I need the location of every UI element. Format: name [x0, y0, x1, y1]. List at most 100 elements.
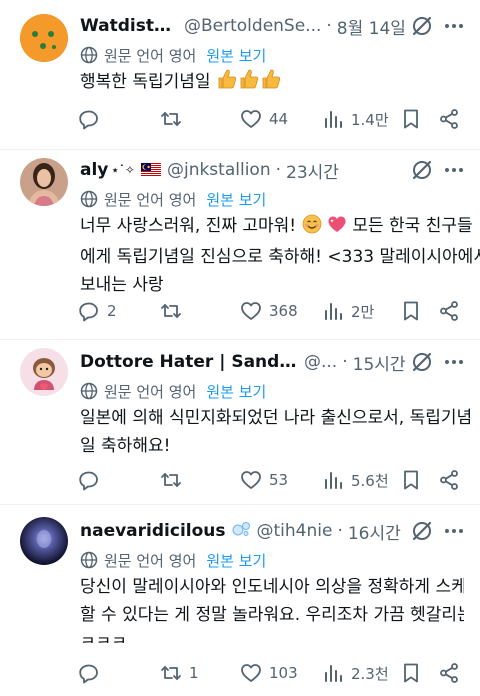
display-name[interactable]: aly	[80, 160, 108, 180]
action-bar: 44 1.4만	[78, 106, 466, 132]
retweet-count: 1	[189, 664, 199, 682]
retweet-icon	[161, 112, 181, 126]
tweet-1[interactable]: Watdisto... @BertoldenSe... · 8월 14일 원문 …	[0, 0, 480, 150]
retweet-icon	[161, 473, 181, 487]
views-icon	[325, 303, 342, 320]
handle[interactable]: @jnkstallion	[167, 160, 271, 180]
share-icon	[440, 663, 458, 683]
handle[interactable]: @...	[304, 352, 337, 372]
like-button[interactable]: 368	[240, 298, 298, 324]
like-button[interactable]: 53	[240, 467, 288, 493]
tweet-2[interactable]: aly ⋆˙✧ @jnkstallion · 23시간 원문 언어 영어 원본 …	[0, 150, 480, 340]
views-button[interactable]: 5.6천	[322, 467, 389, 493]
reply-button[interactable]: 2	[78, 298, 117, 324]
translation-notice: 원문 언어 영어 원본 보기	[80, 380, 266, 402]
timestamp[interactable]: 15시간	[353, 350, 406, 375]
share-button[interactable]	[438, 298, 460, 324]
tweet-3[interactable]: Dottore Hater | Sandron... @... · 15시간 원…	[0, 340, 480, 505]
like-count: 103	[269, 664, 298, 682]
retweet-button[interactable]	[160, 106, 189, 132]
like-button[interactable]: 44	[240, 106, 288, 132]
display-name[interactable]: naevaridicilous	[80, 521, 226, 541]
bookmark-icon	[404, 470, 418, 490]
bookmark-button[interactable]	[400, 660, 422, 686]
show-original-link[interactable]: 원본 보기	[206, 189, 266, 210]
heart-icon	[241, 110, 261, 128]
like-count: 368	[269, 302, 298, 320]
more-options-icon[interactable]	[442, 350, 466, 374]
grok-icon[interactable]	[410, 14, 434, 38]
tweet-text-line: 할 수 있다는 게 정말 놀라워요. 우리조차 가끔 헷갈리는데	[80, 605, 464, 625]
grok-icon[interactable]	[410, 158, 434, 182]
separator-dot: ·	[337, 521, 343, 541]
avatar[interactable]	[20, 348, 68, 396]
tweet-4[interactable]: naevaridicilous @tih4nie · 16시간 원문 언어 영어…	[0, 505, 480, 696]
more-options-icon[interactable]	[442, 519, 466, 543]
show-original-link[interactable]: 원본 보기	[206, 550, 266, 571]
views-button[interactable]: 1.4만	[322, 106, 389, 132]
share-button[interactable]	[438, 106, 460, 132]
globe-icon	[80, 46, 98, 64]
bookmark-button[interactable]	[400, 298, 422, 324]
retweet-button[interactable]	[160, 467, 189, 493]
avatar[interactable]	[20, 14, 68, 62]
avatar[interactable]	[20, 158, 68, 206]
views-button[interactable]: 2만	[322, 298, 374, 324]
retweet-icon	[161, 304, 181, 318]
views-button[interactable]: 2.3천	[322, 660, 389, 686]
display-name[interactable]: Watdisto...	[80, 16, 178, 36]
views-icon	[325, 472, 342, 489]
sparkling-heart-icon	[327, 214, 347, 243]
timestamp[interactable]: 8월 14일	[337, 14, 406, 39]
tweet-text-line: 보내는 사랑	[80, 275, 164, 295]
tweet-text: 행복한 독립기념일	[80, 68, 464, 99]
reply-button[interactable]	[78, 660, 107, 686]
timestamp[interactable]: 23시간	[286, 158, 339, 183]
translation-notice: 원문 언어 영어 원본 보기	[80, 44, 266, 66]
retweet-button[interactable]	[160, 298, 189, 324]
action-bar: 53 5.6천	[78, 467, 466, 493]
show-original-link[interactable]: 원본 보기	[206, 45, 266, 66]
tweet-text-line: 너무 사랑스러워, 진짜 고마워!	[80, 216, 297, 236]
timestamp[interactable]: 16시간	[348, 519, 401, 544]
bubbles-icon	[231, 521, 251, 542]
tweet-text: 일본에 의해 식민지화되었던 나라 출신으로서, 독립기념 일 축하해요!	[80, 404, 472, 460]
tweet-text-line: 에게 독립기념일 진심으로 축하해! <333 말레이시아에서	[80, 247, 480, 267]
reply-icon	[79, 110, 98, 130]
translation-label: 원문 언어 영어	[104, 46, 197, 65]
grok-icon[interactable]	[410, 519, 434, 543]
separator-dot: ·	[275, 160, 282, 180]
avatar[interactable]	[20, 517, 68, 565]
bookmark-button[interactable]	[400, 106, 422, 132]
like-count: 44	[269, 110, 289, 128]
malaysia-flag-icon	[140, 163, 161, 177]
translation-label: 원문 언어 영어	[104, 190, 197, 209]
tweet-text-line: 일 축하해요!	[80, 436, 171, 456]
reply-icon	[79, 664, 98, 684]
more-options-icon[interactable]	[442, 158, 466, 182]
handle[interactable]: @tih4nie	[257, 521, 333, 541]
grok-icon[interactable]	[410, 350, 434, 374]
globe-icon	[80, 382, 98, 400]
handle[interactable]: @BertoldenSe...	[184, 16, 321, 36]
share-button[interactable]	[438, 467, 460, 493]
more-options-icon[interactable]	[442, 14, 466, 38]
views-icon	[325, 665, 342, 682]
like-button[interactable]: 103	[240, 660, 298, 686]
bookmark-button[interactable]	[400, 467, 422, 493]
retweet-icon	[161, 666, 181, 680]
show-original-link[interactable]: 원본 보기	[206, 381, 266, 402]
reply-count: 2	[107, 302, 117, 320]
reply-button[interactable]	[78, 467, 107, 493]
action-bar: 1 103 2.3천	[78, 660, 466, 686]
separator-dot: ·	[326, 16, 332, 36]
display-name[interactable]: Dottore Hater | Sandron...	[80, 352, 298, 372]
tweet-text-content: 행복한 독립기념일	[80, 72, 211, 92]
bookmark-icon	[404, 663, 418, 683]
share-button[interactable]	[438, 660, 460, 686]
retweet-button[interactable]: 1	[160, 660, 199, 686]
bookmark-icon	[404, 109, 418, 129]
globe-icon	[80, 190, 98, 208]
reply-button[interactable]	[78, 106, 107, 132]
heart-icon	[241, 471, 261, 489]
